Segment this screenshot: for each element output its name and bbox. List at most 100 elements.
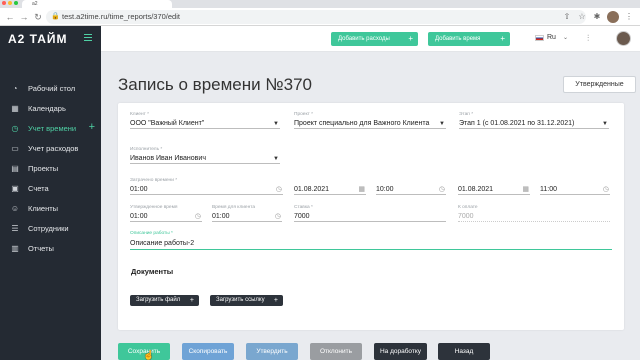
add-time-button[interactable]: Добавить время +	[428, 32, 510, 46]
sidebar-item-time-tracking[interactable]: ◷ Учет времени +	[0, 118, 101, 138]
plus-icon: +	[408, 34, 413, 43]
client-time-field[interactable]: Время для клиента 01:00 ◷	[212, 205, 282, 222]
client-select[interactable]: Клиент * ООО "Важный Клиент" ▼	[130, 112, 280, 129]
sidebar-item-calendar[interactable]: ▦ Календарь	[0, 98, 101, 118]
start-date-field[interactable]: 01.08.2021 ▦	[294, 178, 366, 195]
extensions-icon[interactable]: ✱	[592, 10, 602, 24]
app-logo[interactable]: A2 ТАЙМ	[8, 32, 68, 46]
description-field[interactable]: Описание работы * Описание работы-2	[130, 231, 612, 250]
settings-sliders-icon[interactable]: ⫶	[587, 33, 589, 44]
copy-button[interactable]: Скопировать	[182, 343, 234, 360]
bookmark-star-icon[interactable]: ☆	[577, 10, 587, 24]
project-value[interactable]: Проект специально для Важного Клиента ▼	[294, 118, 446, 129]
url-field[interactable]: 🔒 test.a2time.ru/time_reports/370/edit	[46, 10, 586, 24]
end-date-value-text: 01.08.2021	[458, 186, 494, 193]
stage-value[interactable]: Этап 1 (с 01.08.2021 по 31.12.2021) ▼	[459, 118, 609, 129]
dashboard-icon: ◔	[12, 83, 18, 93]
sidebar-item-clients[interactable]: ☺ Клиенты	[0, 198, 101, 218]
upload-file-button[interactable]: Загрузить файл +	[130, 295, 199, 306]
stage-value-text: Этап 1 (с 01.08.2021 по 31.12.2021)	[459, 120, 575, 127]
language-selector[interactable]: Ru ⌄	[535, 34, 568, 41]
sidebar-item-reports[interactable]: ▥ Отчеты	[0, 238, 101, 258]
end-date-field[interactable]: 01.08.2021 ▦	[458, 178, 530, 195]
executor-select[interactable]: Исполнитель * Иванов Иван Иванович ▼	[130, 147, 280, 164]
browser-tab[interactable]: a2	[22, 0, 172, 8]
add-time-plus-icon[interactable]: +	[89, 121, 95, 133]
menu-toggle-icon[interactable]	[84, 34, 92, 42]
browser-menu-icon[interactable]: ⋮	[624, 10, 634, 24]
sidebar-item-dashboard[interactable]: ◔ Рабочий стол	[0, 78, 101, 98]
approved-time-field[interactable]: Утвержденное время 01:00 ◷	[130, 205, 202, 222]
sidebar-item-label: Сотрудники	[28, 223, 69, 233]
sidebar-menu: ◔ Рабочий стол ▦ Календарь ◷ Учет времен…	[0, 78, 101, 258]
clock-icon[interactable]: ◷	[195, 211, 201, 221]
start-time-value[interactable]: 10:00 ◷	[376, 184, 446, 195]
back-button[interactable]: Назад	[438, 343, 490, 360]
plus-icon: +	[500, 34, 505, 43]
executor-value[interactable]: Иванов Иван Иванович ▼	[130, 153, 280, 164]
reports-icon: ▥	[11, 243, 19, 253]
maximize-window-icon[interactable]	[14, 1, 18, 5]
end-time-value[interactable]: 11:00 ◷	[540, 184, 610, 195]
send-for-rework-button[interactable]: На доработку	[374, 343, 427, 360]
user-avatar[interactable]	[616, 31, 631, 46]
end-time-field[interactable]: 11:00 ◷	[540, 178, 610, 195]
add-time-label: Добавить время	[435, 36, 481, 42]
start-date-value-text: 01.08.2021	[294, 186, 330, 193]
sidebar-item-label: Проекты	[28, 163, 59, 173]
end-date-value[interactable]: 01.08.2021 ▦	[458, 184, 530, 195]
clock-icon[interactable]: ◷	[275, 211, 281, 221]
upload-link-button[interactable]: Загрузить ссылку +	[210, 295, 283, 306]
total-value: 7000	[458, 211, 610, 222]
documents-heading: Документы	[131, 267, 174, 276]
client-value-text: ООО "Важный Клиент"	[130, 120, 205, 127]
forward-arrow-icon[interactable]: →	[18, 11, 30, 23]
clock-icon[interactable]: ◷	[276, 184, 282, 194]
spent-time-value-text: 01:00	[130, 186, 148, 193]
spent-time-value[interactable]: 01:00 ◷	[130, 184, 283, 195]
calendar-icon[interactable]: ▦	[522, 184, 529, 194]
spent-time-field[interactable]: Затрачено времени * 01:00 ◷	[130, 178, 283, 195]
rate-value[interactable]: 7000	[294, 211, 446, 222]
window-controls[interactable]	[2, 1, 18, 5]
share-icon[interactable]: ⇧	[562, 10, 572, 24]
close-window-icon[interactable]	[2, 1, 6, 5]
profile-avatar-icon[interactable]	[607, 11, 619, 23]
clock-icon[interactable]: ◷	[603, 184, 609, 194]
rate-field[interactable]: Ставка * 7000	[294, 205, 446, 222]
sidebar-item-invoices[interactable]: ▣ Счета	[0, 178, 101, 198]
clock-icon[interactable]: ◷	[439, 184, 445, 194]
back-arrow-icon[interactable]: ←	[4, 11, 16, 23]
url-text: test.a2time.ru/time_reports/370/edit	[62, 12, 180, 21]
approve-button[interactable]: Утвердить	[246, 343, 298, 360]
calendar-icon: ▦	[11, 103, 19, 113]
browser-toolbar-icons: ⇧ ☆ ✱ ⋮	[562, 10, 634, 24]
reject-button[interactable]: Отклонить	[310, 343, 362, 360]
sidebar-item-employees[interactable]: ☰ Сотрудники	[0, 218, 101, 238]
sidebar-item-label: Учет расходов	[28, 143, 79, 153]
start-time-field[interactable]: 10:00 ◷	[376, 178, 446, 195]
total-field: К оплате 7000	[458, 205, 610, 222]
sidebar-item-projects[interactable]: ▤ Проекты	[0, 158, 101, 178]
reload-icon[interactable]: ↻	[32, 11, 44, 23]
russian-flag-icon	[535, 34, 544, 41]
start-time-value-text: 10:00	[376, 186, 394, 193]
minimize-window-icon[interactable]	[8, 1, 12, 5]
language-label: Ru	[547, 34, 556, 41]
description-value[interactable]: Описание работы-2	[130, 237, 612, 250]
approved-button[interactable]: Утвержденные	[563, 76, 636, 93]
start-date-value[interactable]: 01.08.2021 ▦	[294, 184, 366, 195]
project-select[interactable]: Проект * Проект специально для Важного К…	[294, 112, 446, 129]
stage-select[interactable]: Этап * Этап 1 (с 01.08.2021 по 31.12.202…	[459, 112, 609, 129]
address-bar-row: ← → ↻ 🔒 test.a2time.ru/time_reports/370/…	[0, 8, 640, 26]
sidebar-item-expenses[interactable]: ▭ Учет расходов	[0, 138, 101, 158]
client-value[interactable]: ООО "Важный Клиент" ▼	[130, 118, 280, 129]
add-expenses-button[interactable]: Добавить расходы +	[331, 32, 418, 46]
lock-icon: 🔒	[51, 13, 60, 20]
calendar-icon[interactable]: ▦	[358, 184, 365, 194]
wallet-icon: ▭	[11, 143, 19, 153]
folder-icon: ▤	[11, 163, 19, 173]
executor-value-text: Иванов Иван Иванович	[130, 155, 206, 162]
client-time-value[interactable]: 01:00 ◷	[212, 211, 282, 222]
approved-time-value[interactable]: 01:00 ◷	[130, 211, 202, 222]
